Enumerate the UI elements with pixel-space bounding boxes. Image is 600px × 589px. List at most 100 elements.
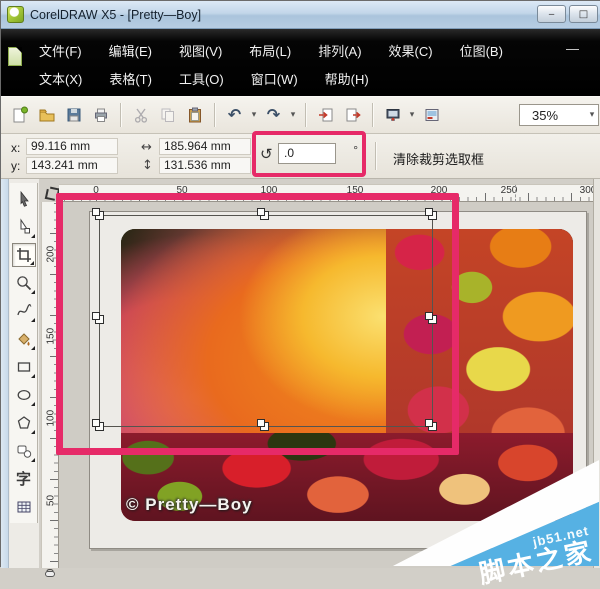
- crop-handle-middle-right[interactable]: [428, 315, 437, 324]
- clear-crop-selection-button[interactable]: 清除裁剪选取框: [387, 147, 490, 170]
- toolbox-docker-strip: [1, 179, 9, 568]
- object-width-field[interactable]: 185.964 mm: [159, 138, 251, 155]
- import-button[interactable]: [313, 102, 338, 128]
- menu-view[interactable]: 视图(V): [175, 39, 226, 62]
- menu-text[interactable]: 文本(X): [35, 67, 86, 90]
- vruler-tick-label: 50: [46, 493, 57, 509]
- cut-scissors-icon: [132, 106, 150, 124]
- menu-arrange[interactable]: 排列(A): [314, 39, 365, 62]
- open-button[interactable]: [34, 102, 59, 128]
- zoom-level-value: 35%: [532, 108, 558, 123]
- toolbar-separator: [305, 103, 306, 127]
- hruler-tick-label: 0: [93, 185, 99, 196]
- vruler-tick-label: 150: [46, 329, 57, 345]
- object-width-icon: ↔: [141, 140, 152, 155]
- rotation-angle-field[interactable]: .0: [278, 143, 336, 164]
- crop-handle-top-middle[interactable]: [260, 211, 269, 220]
- undo-button[interactable]: ↶: [222, 102, 247, 128]
- menu-effects[interactable]: 效果(C): [385, 39, 437, 62]
- crop-handle-bottom-middle[interactable]: [260, 422, 269, 431]
- x-position-field[interactable]: 99.116 mm: [26, 138, 118, 155]
- maximize-button[interactable]: □: [569, 5, 598, 23]
- minimize-button[interactable]: ‒: [537, 5, 566, 23]
- application-launcher-button[interactable]: [380, 102, 405, 128]
- rotation-angle-group-highlight: ↺ .0 °: [252, 131, 366, 177]
- menu-layout[interactable]: 布局(L): [245, 39, 295, 62]
- object-height-field[interactable]: 131.536 mm: [159, 157, 251, 174]
- shape-tool[interactable]: [12, 215, 36, 239]
- copy-icon: [159, 106, 177, 124]
- drawing-canvas[interactable]: © Pretty—Boy: [59, 202, 593, 568]
- new-document-button[interactable]: [7, 102, 32, 128]
- menu-help[interactable]: 帮助(H): [321, 67, 373, 90]
- menu-tools[interactable]: 工具(O): [175, 67, 228, 90]
- y-position-field[interactable]: 143.241 mm: [26, 157, 118, 174]
- copy-button[interactable]: [155, 102, 180, 128]
- crop-tool[interactable]: [12, 243, 36, 267]
- crop-handle-bottom-right[interactable]: [428, 422, 437, 431]
- menu-edit[interactable]: 编辑(E): [105, 39, 156, 62]
- cut-button[interactable]: [128, 102, 153, 128]
- polygon-tool[interactable]: [12, 411, 36, 435]
- redo-dropdown-icon[interactable]: ▾: [288, 110, 298, 120]
- crop-handle-top-right[interactable]: [428, 211, 437, 220]
- window-controls: ‒ □: [537, 5, 598, 23]
- propbar-separator: [375, 142, 376, 170]
- save-floppy-icon: [65, 106, 83, 124]
- ellipse-tool[interactable]: [12, 383, 36, 407]
- polygon-icon: [15, 414, 33, 432]
- export-button[interactable]: [340, 102, 365, 128]
- undo-dropdown-icon[interactable]: ▾: [249, 110, 259, 120]
- basic-shapes-icon: [15, 442, 33, 460]
- crop-handle-top-left[interactable]: [95, 211, 104, 220]
- workspace: 字 0 50 100 150 200 250 300 200 150 100 5…: [1, 179, 600, 568]
- window-title: CorelDRAW X5 - [Pretty—Boy]: [30, 8, 201, 22]
- freehand-tool[interactable]: [12, 299, 36, 323]
- pick-tool[interactable]: [12, 187, 36, 211]
- import-icon: [317, 106, 335, 124]
- undo-icon: ↶: [228, 107, 241, 123]
- paste-button[interactable]: [182, 102, 207, 128]
- horizontal-ruler[interactable]: 0 50 100 150 200 250 300: [59, 184, 600, 202]
- rectangle-tool[interactable]: [12, 355, 36, 379]
- crop-handle-bottom-left[interactable]: [95, 422, 104, 431]
- smart-fill-tool[interactable]: [12, 327, 36, 351]
- welcome-screen-icon: [423, 106, 441, 124]
- text-tool[interactable]: 字: [12, 467, 36, 491]
- vertical-ruler[interactable]: 200 150 100 50 0: [41, 202, 59, 568]
- toolbox: 字: [1, 179, 39, 568]
- menu-table[interactable]: 表格(T): [105, 67, 156, 90]
- crop-cursor-icon: [44, 186, 59, 201]
- toolbox-tools: 字: [10, 183, 38, 523]
- hruler-tick-label: 200: [431, 185, 448, 196]
- save-button[interactable]: [61, 102, 86, 128]
- rectangle-icon: [15, 358, 33, 376]
- table-tool[interactable]: [12, 495, 36, 519]
- application-launcher-icon: [384, 106, 402, 124]
- menu-bitmaps[interactable]: 位图(B): [456, 39, 507, 62]
- hruler-tick-label: 50: [176, 185, 187, 196]
- photo-copyright-watermark: © Pretty—Boy: [126, 495, 253, 515]
- welcome-screen-button[interactable]: [419, 102, 444, 128]
- crop-handle-middle-left[interactable]: [95, 315, 104, 324]
- menu-file[interactable]: 文件(F): [35, 39, 86, 62]
- paint-bucket-icon: [15, 330, 33, 348]
- menu-window[interactable]: 窗口(W): [247, 67, 302, 90]
- new-document-icon: [11, 106, 29, 124]
- ruler-origin-marker[interactable]: [45, 571, 55, 577]
- launcher-dropdown-icon[interactable]: ▾: [407, 110, 417, 120]
- document-minimize-icon[interactable]: —: [566, 41, 579, 56]
- toolbar-separator: [372, 103, 373, 127]
- basic-shapes-tool[interactable]: [12, 439, 36, 463]
- menu-row-1: 文件(F) 编辑(E) 视图(V) 布局(L) 排列(A) 效果(C) 位图(B…: [35, 39, 507, 62]
- zoom-level-combobox[interactable]: 35% ▾: [519, 104, 599, 126]
- redo-button[interactable]: ↷: [261, 102, 286, 128]
- menu-row-2: 文本(X) 表格(T) 工具(O) 窗口(W) 帮助(H): [35, 67, 373, 90]
- menu-bar: 文件(F) 编辑(E) 视图(V) 布局(L) 排列(A) 效果(C) 位图(B…: [1, 29, 600, 96]
- zoom-tool[interactable]: [12, 271, 36, 295]
- vertical-scrollbar[interactable]: [593, 179, 600, 568]
- crop-selection-box[interactable]: [99, 215, 433, 427]
- standard-toolbar: ↶ ▾ ↷ ▾ ▾ 35% ▾: [1, 96, 600, 134]
- print-button[interactable]: [88, 102, 113, 128]
- open-folder-icon: [38, 106, 56, 124]
